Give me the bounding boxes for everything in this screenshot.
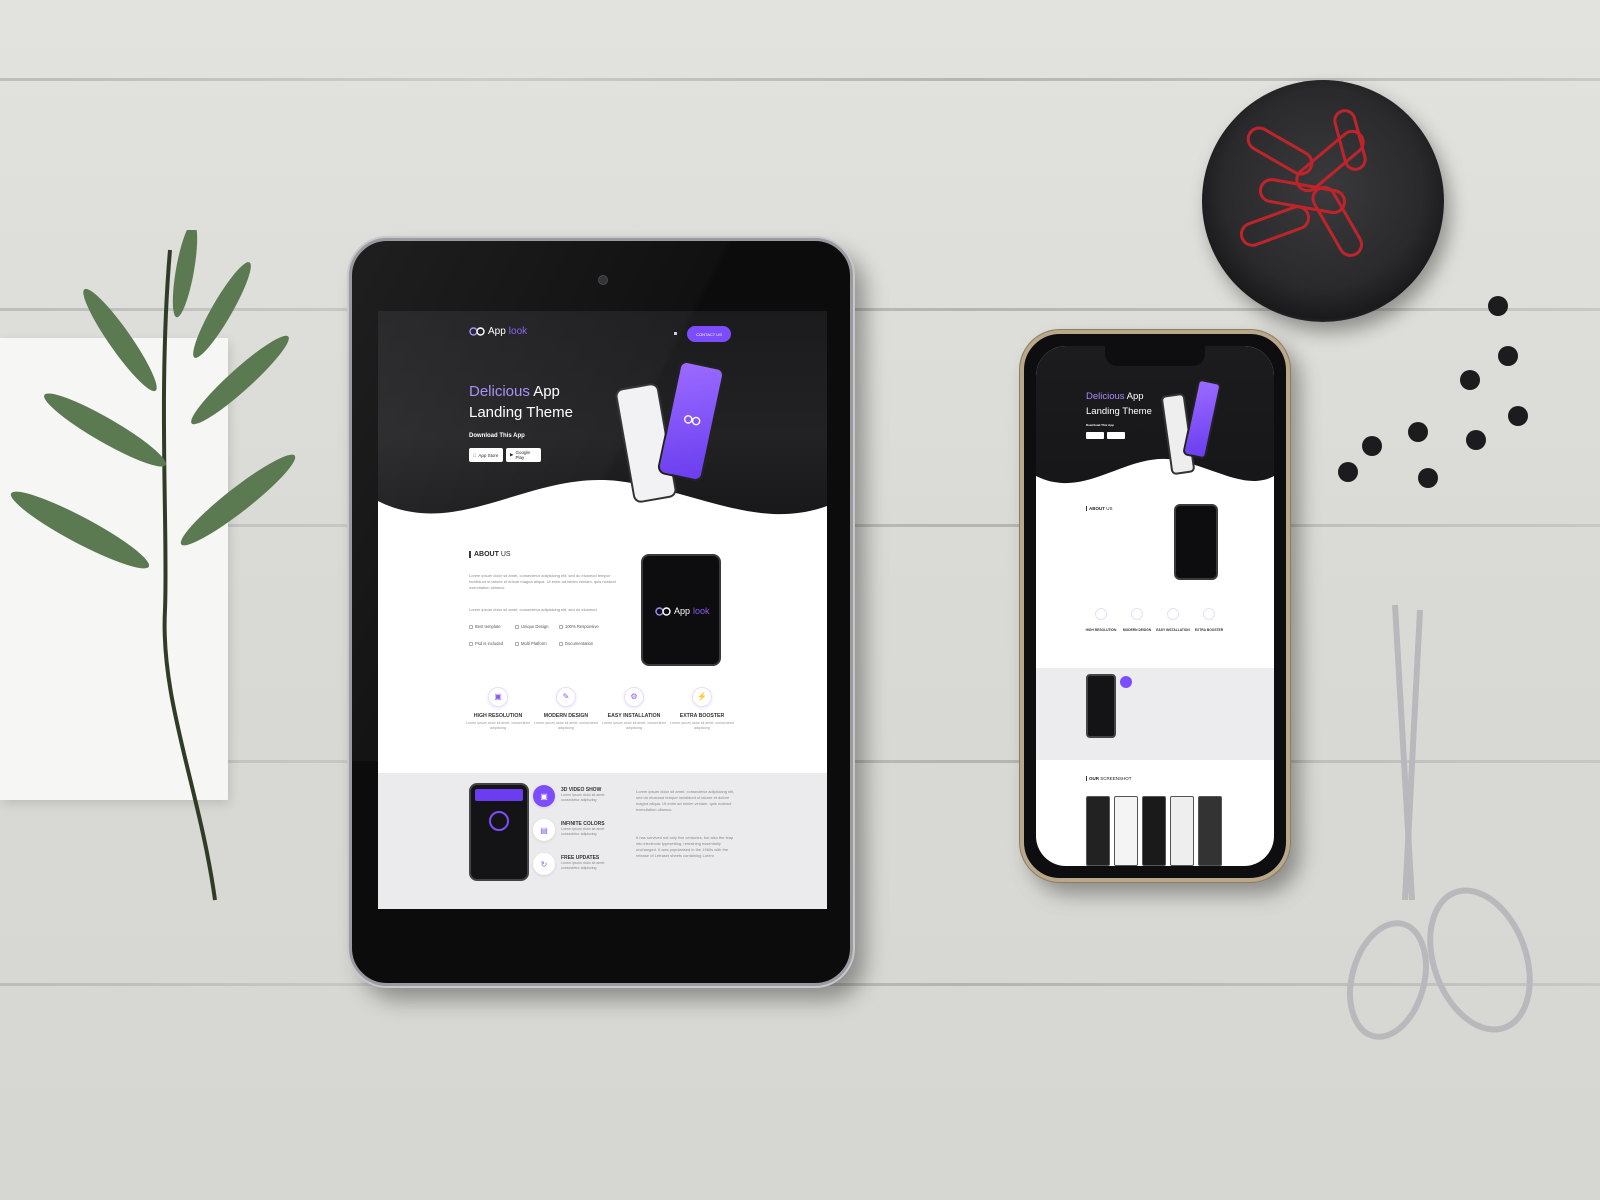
phone-features-phone (1086, 674, 1116, 738)
tablet-device: App look CONTACT US Delicious App Landing… (349, 238, 853, 986)
infinity-logo-icon (683, 415, 701, 426)
phone-notch (1105, 346, 1205, 366)
phone-app-header (475, 789, 523, 801)
design-icon: ✎ (556, 687, 576, 707)
apple-icon:  (473, 453, 476, 458)
contact-us-button[interactable]: CONTACT US (687, 326, 731, 342)
phone-video-icon (1120, 676, 1132, 688)
hero-title-rest: App (529, 383, 560, 400)
phone-about-phone (1174, 504, 1218, 580)
push-pin-icon (1338, 296, 1528, 488)
brand-name-prefix: App (488, 326, 506, 337)
hero-title-accent: Delicious (469, 383, 530, 400)
phone-google-play-button[interactable] (1107, 432, 1125, 439)
phone-service-high-resolution: HIGH RESOLUTION (1082, 608, 1120, 632)
install-icon: ⚙ (624, 687, 644, 707)
resolution-icon: ▣ (488, 687, 508, 707)
hero-title-line2: Landing Theme (469, 404, 573, 421)
phone-about-heading: ABOUT US (1086, 506, 1113, 511)
screenshot-thumb[interactable] (1198, 796, 1222, 866)
resolution-icon (1095, 608, 1107, 620)
feature-free-updates: ↻ FREE UPDATES Lorem ipsum dolor sit ame… (533, 853, 617, 875)
about-heading-rest: US (498, 551, 511, 558)
phone-hero-wave (1036, 458, 1274, 506)
hero-title: Delicious App Landing Theme (469, 381, 609, 423)
screenshot-thumb[interactable] (1114, 796, 1138, 866)
feature-item: Best template (469, 624, 501, 629)
screenshot-thumb[interactable] (1142, 796, 1166, 866)
google-play-button[interactable]: ▶ Google Play (506, 448, 541, 462)
feature-item: Psd is included (469, 641, 503, 646)
feature-3d-video: ▣ 3D VIDEO SHOW Lorem ipsum dolor sit am… (533, 785, 617, 807)
about-paragraph: Lorem ipsum dolor sit amet, consectetur … (469, 607, 597, 612)
service-modern-design: ✎ MODERN DESIGN Lorem ipsum dolor sit am… (533, 687, 599, 731)
app-store-label: App Store (475, 452, 498, 458)
phone-app-store-button[interactable] (1086, 432, 1104, 439)
phone-device: Delicious App Landing Theme Download Thi… (1020, 330, 1290, 882)
about-phone-logo: App look (655, 606, 710, 616)
service-easy-installation: ⚙ EASY INSTALLATION Lorem ipsum dolor si… (601, 687, 667, 731)
feature-item: 100% Responsive (559, 624, 599, 629)
refresh-icon: ↻ (533, 853, 555, 875)
screenshot-thumb[interactable] (1170, 796, 1194, 866)
install-icon (1167, 608, 1179, 620)
feature-item: Documentation (559, 641, 593, 646)
menu-icon[interactable] (674, 332, 677, 335)
service-high-resolution: ▣ HIGH RESOLUTION Lorem ipsum dolor sit … (465, 687, 531, 731)
feature-item: Multi Platform (515, 641, 547, 646)
google-play-label: Google Play (515, 450, 530, 460)
about-paragraph: Lorem ipsum dolor sit amet, consectetur … (469, 573, 616, 590)
video-icon: ▣ (533, 785, 555, 807)
brand-logo[interactable]: App look (469, 326, 527, 337)
phone-screenshot-heading: OUR SCREENSHOT (1086, 776, 1132, 781)
phone-features-band (1036, 668, 1274, 760)
tablet-screen: App look CONTACT US Delicious App Landing… (378, 311, 827, 909)
screenshot-thumb[interactable] (1086, 796, 1110, 866)
hero-wave (378, 480, 827, 551)
booster-icon (1203, 608, 1215, 620)
about-heading: ABOUT US (469, 551, 511, 558)
app-store-button[interactable]:  App Store (469, 448, 503, 462)
infinity-logo-icon (469, 327, 485, 336)
design-icon (1131, 608, 1143, 620)
phone-app-gauge (489, 811, 509, 831)
booster-icon: ⚡ (692, 687, 712, 707)
phone-screen: Delicious App Landing Theme Download Thi… (1036, 346, 1274, 866)
brand-name-suffix: look (508, 326, 528, 337)
colors-icon: ▤ (533, 819, 555, 841)
about-heading-bold: ABOUT (474, 551, 499, 558)
paperclip-icon (1239, 109, 1367, 257)
phone-service-extra-booster: EXTRA BOOSTER (1190, 608, 1228, 632)
download-label: Download This App (469, 433, 525, 439)
features-phone (469, 783, 529, 881)
features-paragraph: It has survived not only five centuries,… (636, 835, 734, 858)
about-phone: App look (641, 554, 721, 666)
play-icon: ▶ (510, 452, 514, 457)
features-paragraph: Lorem ipsum dolor sit amet, consectetur … (636, 789, 735, 812)
feature-item: Unique Design (515, 624, 548, 629)
service-extra-booster: ⚡ EXTRA BOOSTER Lorem ipsum dolor sit am… (669, 687, 735, 731)
phone-service-modern-design: MODERN DESIGN (1118, 608, 1156, 632)
infinity-logo-icon (655, 606, 671, 616)
camera-icon (598, 275, 608, 285)
phone-service-easy-installation: EASY INSTALLATION (1154, 608, 1192, 632)
scissors-icon (1347, 604, 1533, 1040)
phone-download-label: Download This App (1086, 423, 1114, 427)
feature-infinite-colors: ▤ INFINITE COLORS Lorem ipsum dolor sit … (533, 819, 617, 841)
